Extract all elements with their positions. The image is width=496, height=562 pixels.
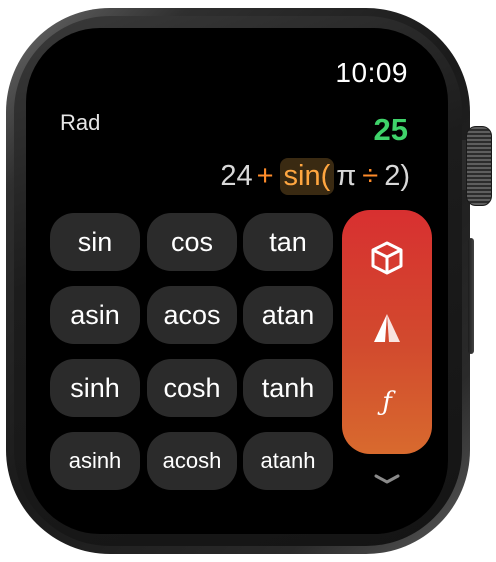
key-cosh[interactable]: cosh [147, 359, 237, 417]
result-display: 25 [373, 112, 408, 147]
key-asinh[interactable]: asinh [50, 432, 140, 490]
key-sin[interactable]: sin [50, 213, 140, 271]
watch-screen: 10:09 Rad 25 24 + sin( π ÷ 2 ) sin cos t… [26, 28, 448, 534]
expr-pi: π [336, 159, 357, 192]
prism-icon[interactable] [342, 312, 432, 348]
cube-icon[interactable] [342, 240, 432, 276]
mode-side-panel: ƒ [342, 210, 432, 454]
key-atanh[interactable]: atanh [243, 432, 333, 490]
function-glyph: ƒ [382, 387, 392, 417]
expr-close-paren: ) [400, 159, 410, 192]
chevron-down-icon[interactable] [374, 472, 400, 490]
key-acosh[interactable]: acosh [147, 432, 237, 490]
key-sinh[interactable]: sinh [50, 359, 140, 417]
key-cos[interactable]: cos [147, 213, 237, 271]
digital-crown[interactable] [466, 126, 492, 206]
side-button[interactable] [468, 238, 474, 354]
key-asin[interactable]: asin [50, 286, 140, 344]
key-tanh[interactable]: tanh [243, 359, 333, 417]
key-atan[interactable]: atan [243, 286, 333, 344]
expr-plus-operator: + [256, 159, 274, 192]
expr-divide-operator: ÷ [362, 159, 379, 192]
key-tan[interactable]: tan [243, 213, 333, 271]
expression-display: 24 + sin( π ÷ 2 ) [220, 156, 410, 196]
status-time: 10:09 [335, 57, 408, 88]
expr-number: 24 [220, 159, 253, 192]
key-acos[interactable]: acos [147, 286, 237, 344]
angle-mode-label[interactable]: Rad [60, 110, 100, 136]
expr-two: 2 [384, 159, 401, 192]
function-icon[interactable]: ƒ [342, 382, 432, 422]
expr-function-highlight: sin( [279, 157, 335, 195]
